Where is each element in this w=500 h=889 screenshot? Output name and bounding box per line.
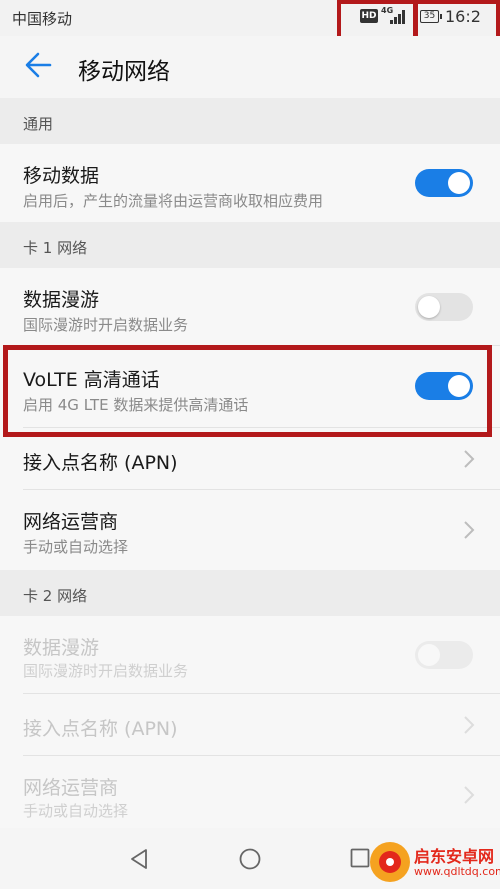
sim2-operator-row: 网络运营商 手动或自动选择: [0, 756, 500, 828]
sim1-roaming-row[interactable]: 数据漫游 国际漫游时开启数据业务: [0, 268, 500, 346]
chevron-right-icon: [464, 521, 475, 539]
sim1-operator-title: 网络运营商: [23, 511, 119, 533]
network-status-highlight: [337, 0, 417, 40]
back-arrow-icon[interactable]: [22, 48, 56, 82]
watermark-url: www.qdltdq.com: [414, 865, 500, 878]
volte-highlight-box: [3, 345, 492, 437]
nav-recent-icon[interactable]: [350, 848, 370, 868]
section-header-sim2: 卡 2 网络: [0, 570, 500, 616]
sim1-roaming-subtitle: 国际漫游时开启数据业务: [23, 316, 189, 334]
section-header-general: 通用: [0, 98, 500, 144]
status-bar: 中国移动 HD 4G 35 16:2: [0, 0, 500, 40]
chevron-right-icon: [464, 716, 475, 734]
sim2-roaming-row: 数据漫游 国际漫游时开启数据业务: [0, 616, 500, 694]
sim2-apn-title: 接入点名称 (APN): [23, 718, 178, 740]
mobile-data-subtitle: 启用后，产生的流量将由运营商收取相应费用: [23, 192, 324, 210]
sim2-operator-subtitle: 手动或自动选择: [23, 802, 129, 820]
sim1-apn-title: 接入点名称 (APN): [23, 452, 178, 474]
section-header-sim1: 卡 1 网络: [0, 222, 500, 268]
nav-home-icon[interactable]: [238, 847, 262, 871]
battery-time-highlight: [414, 0, 500, 40]
chevron-right-icon: [464, 450, 475, 468]
sim2-roaming-subtitle: 国际漫游时开启数据业务: [23, 662, 189, 680]
mobile-data-title: 移动数据: [23, 165, 100, 187]
sim2-roaming-toggle: [415, 641, 473, 669]
chevron-right-icon: [464, 786, 475, 804]
sim1-operator-subtitle: 手动或自动选择: [23, 538, 129, 556]
sim2-roaming-title: 数据漫游: [23, 637, 100, 659]
carrier-name: 中国移动: [12, 10, 73, 28]
sim1-roaming-toggle[interactable]: [415, 293, 473, 321]
app-bar: 移动网络: [0, 36, 500, 98]
watermark-title: 启东安卓网: [414, 847, 495, 866]
mobile-data-row[interactable]: 移动数据 启用后，产生的流量将由运营商收取相应费用: [0, 144, 500, 222]
mobile-data-toggle[interactable]: [415, 169, 473, 197]
sim1-roaming-title: 数据漫游: [23, 289, 100, 311]
page-title: 移动网络: [78, 59, 170, 85]
sim2-operator-title: 网络运营商: [23, 777, 119, 799]
sim2-apn-row: 接入点名称 (APN): [0, 694, 500, 756]
sim1-apn-row[interactable]: 接入点名称 (APN): [0, 428, 500, 490]
sim1-operator-row[interactable]: 网络运营商 手动或自动选择: [0, 490, 500, 570]
watermark: 启东安卓网 www.qdltdq.com: [370, 840, 500, 888]
nav-back-icon[interactable]: [127, 847, 151, 871]
watermark-logo-icon: [370, 842, 410, 882]
